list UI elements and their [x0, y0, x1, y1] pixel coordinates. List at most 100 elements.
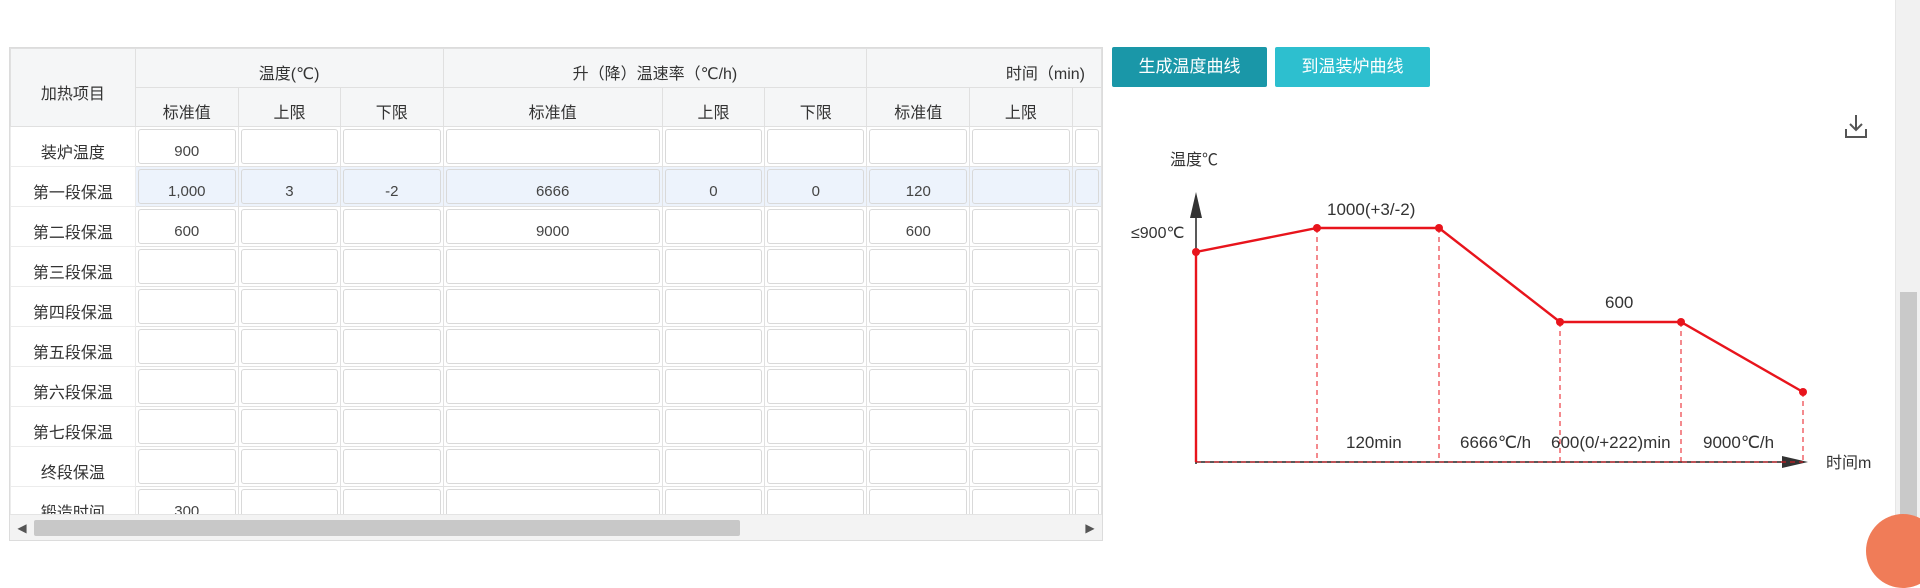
cell-input[interactable]	[1074, 129, 1099, 164]
cell-input[interactable]	[972, 289, 1070, 324]
cell-input[interactable]	[972, 329, 1070, 364]
cell-input[interactable]	[869, 489, 968, 514]
cell-input[interactable]	[972, 209, 1070, 244]
cell-input[interactable]	[343, 409, 441, 444]
cell-input[interactable]: 1,000	[137, 169, 236, 204]
cell-input[interactable]: 600	[137, 209, 236, 244]
cell-input[interactable]	[664, 369, 763, 404]
cell-input[interactable]	[445, 409, 660, 444]
cell-input[interactable]	[1074, 409, 1099, 444]
cell-input[interactable]	[1074, 249, 1099, 284]
cell-input[interactable]	[137, 449, 236, 484]
cell-input[interactable]	[767, 489, 865, 514]
scroll-left-icon[interactable]: ◀	[10, 515, 34, 540]
cell-input[interactable]	[869, 369, 968, 404]
cell-input[interactable]: 3	[240, 169, 339, 204]
cell-input[interactable]	[240, 129, 339, 164]
cell-input[interactable]	[1074, 489, 1099, 514]
download-icon[interactable]	[1843, 112, 1869, 140]
cell-input[interactable]	[869, 129, 968, 164]
cell-input[interactable]	[1074, 329, 1099, 364]
cell-input[interactable]	[664, 129, 763, 164]
cell-input[interactable]: 600	[869, 209, 968, 244]
cell-input[interactable]	[664, 249, 763, 284]
cell-input[interactable]	[972, 409, 1070, 444]
cell-input[interactable]	[343, 129, 441, 164]
cell-input[interactable]	[137, 409, 236, 444]
cell-input[interactable]	[664, 209, 763, 244]
cell-input[interactable]	[343, 489, 441, 514]
cell-input[interactable]	[869, 289, 968, 324]
cell-input[interactable]	[137, 369, 236, 404]
cell-input[interactable]	[445, 289, 660, 324]
cell-input[interactable]	[767, 409, 865, 444]
cell-input[interactable]	[664, 289, 763, 324]
cell-input[interactable]	[664, 409, 763, 444]
cell-input[interactable]	[445, 329, 660, 364]
generate-curve-button[interactable]: 生成温度曲线	[1112, 47, 1267, 87]
cell-input[interactable]	[240, 369, 339, 404]
cell-input[interactable]	[240, 329, 339, 364]
cell-input[interactable]	[972, 169, 1070, 204]
cell-input[interactable]: 900	[137, 129, 236, 164]
cell-input[interactable]: -2	[343, 169, 441, 204]
cell-input[interactable]	[1074, 369, 1099, 404]
cell-input[interactable]: 0	[767, 169, 865, 204]
cell-input[interactable]	[445, 449, 660, 484]
scroll-right-icon[interactable]: ▶	[1078, 515, 1102, 540]
cell-input[interactable]	[445, 369, 660, 404]
cell-input[interactable]	[445, 489, 660, 514]
cell-input[interactable]: 300	[137, 489, 236, 514]
cell-input[interactable]: 0	[664, 169, 763, 204]
furnace-curve-button[interactable]: 到温装炉曲线	[1275, 47, 1430, 87]
cell-input[interactable]	[869, 449, 968, 484]
cell-input[interactable]	[767, 369, 865, 404]
cell-input[interactable]	[445, 249, 660, 284]
cell-input[interactable]	[240, 489, 339, 514]
cell-input[interactable]	[972, 489, 1070, 514]
cell-input[interactable]	[664, 329, 763, 364]
cell-input[interactable]	[869, 409, 968, 444]
horizontal-scrollbar[interactable]: ◀ ▶	[10, 514, 1102, 540]
cell-input[interactable]	[767, 209, 865, 244]
cell-input[interactable]	[343, 449, 441, 484]
cell-input[interactable]	[664, 449, 763, 484]
cell-input[interactable]	[767, 329, 865, 364]
cell-input[interactable]	[767, 449, 865, 484]
cell-input[interactable]	[869, 249, 968, 284]
cell-input[interactable]	[445, 129, 660, 164]
cell-input[interactable]: 6666	[445, 169, 660, 204]
cell-input[interactable]	[240, 449, 339, 484]
cell-input[interactable]	[972, 369, 1070, 404]
cell-input[interactable]	[869, 329, 968, 364]
cell-input[interactable]	[1074, 289, 1099, 324]
cell-input[interactable]	[664, 489, 763, 514]
cell-input[interactable]	[1074, 169, 1099, 204]
cell-input[interactable]	[343, 249, 441, 284]
floating-action-button[interactable]	[1866, 514, 1920, 588]
cell-input[interactable]	[972, 249, 1070, 284]
scroll-thumb[interactable]	[34, 520, 740, 536]
cell-input[interactable]	[343, 209, 441, 244]
cell-input[interactable]	[240, 209, 339, 244]
cell-input[interactable]	[137, 289, 236, 324]
cell-input[interactable]	[240, 249, 339, 284]
cell-input[interactable]: 120	[869, 169, 968, 204]
cell-input[interactable]	[1074, 209, 1099, 244]
cell-input[interactable]	[343, 329, 441, 364]
cell-input[interactable]	[1074, 449, 1099, 484]
cell-input[interactable]	[240, 409, 339, 444]
cell-input[interactable]	[767, 249, 865, 284]
cell-input[interactable]: 9000	[445, 209, 660, 244]
cell-input[interactable]	[972, 449, 1070, 484]
cell-input[interactable]	[343, 369, 441, 404]
page-scroll-thumb[interactable]	[1900, 292, 1917, 528]
cell-input[interactable]	[972, 129, 1070, 164]
page-vertical-scrollbar[interactable]	[1895, 0, 1920, 551]
cell-input[interactable]	[767, 129, 865, 164]
cell-input[interactable]	[343, 289, 441, 324]
cell-input[interactable]	[767, 289, 865, 324]
cell-input[interactable]	[240, 289, 339, 324]
cell-input[interactable]	[137, 249, 236, 284]
cell-input[interactable]	[137, 329, 236, 364]
